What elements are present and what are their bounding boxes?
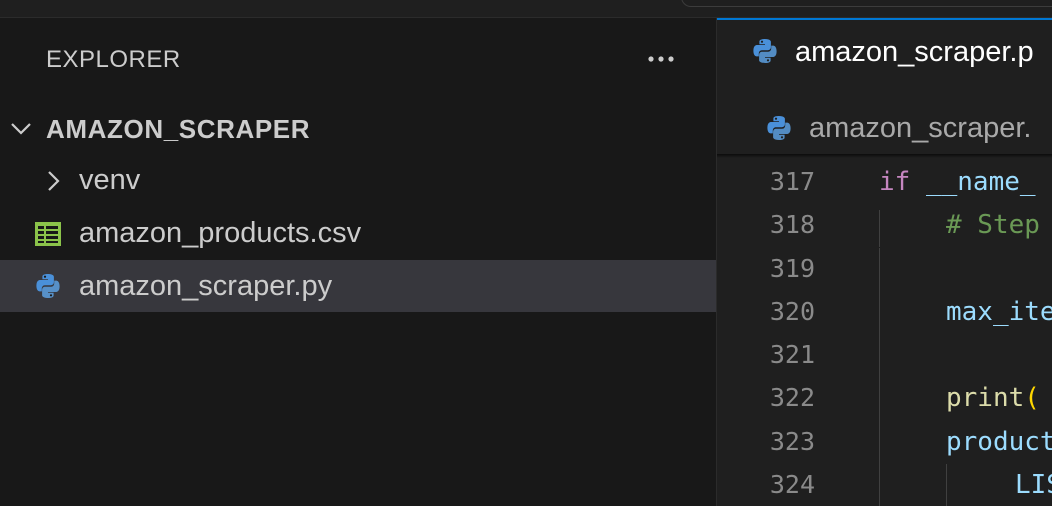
csv-file-icon <box>34 220 62 248</box>
indent-guide <box>879 420 880 465</box>
code-token: # Step <box>946 210 1040 241</box>
code-line: 321 <box>717 334 1052 378</box>
tab-label: amazon_scraper.p <box>795 36 1034 68</box>
indent-guide <box>879 334 880 378</box>
code-token: __name_ <box>925 167 1036 197</box>
tree-item-label: venv <box>79 164 141 196</box>
chevron-down-icon <box>8 116 34 142</box>
indent-guide <box>946 464 947 506</box>
line-number: 322 <box>769 383 815 413</box>
code-text: product <box>946 427 1052 457</box>
tree-item-amazon-products-csv[interactable]: amazon_products.csv <box>0 207 716 260</box>
breadcrumb-label: amazon_scraper. <box>809 112 1032 144</box>
code-line: 320 max_ite <box>717 290 1052 335</box>
title-bar <box>0 0 1052 18</box>
code-line: 317 if __name_ <box>717 161 1052 204</box>
tree-item-venv[interactable]: venv <box>0 154 716 207</box>
code-text: if __name_ <box>879 167 1036 197</box>
tree-root-folder[interactable]: AMAZON_SCRAPER <box>0 104 716 154</box>
tree-root-label: AMAZON_SCRAPER <box>46 113 311 144</box>
code-token: ( <box>1024 383 1040 414</box>
line-number: 323 <box>769 426 815 456</box>
code-line: 324 LIS <box>717 464 1052 506</box>
code-line: 319 <box>717 247 1052 291</box>
code-editor[interactable]: 317 if __name_ 318 # Step 319 320 max_ite 321 32… <box>717 161 1052 506</box>
tree-item-label: amazon_scraper.py <box>79 269 333 302</box>
python-file-icon <box>751 37 779 65</box>
tree-item-label: amazon_products.csv <box>79 217 362 249</box>
code-token: print <box>946 383 1025 414</box>
editor-tab-bar: amazon_scraper.p <box>717 18 1052 86</box>
code-line: 318 # Step <box>717 204 1052 248</box>
python-file-icon <box>765 114 793 142</box>
code-text: # Step <box>946 210 1040 240</box>
vscode-window: EXPLORER AMAZON_SCRAPER venv amazon_prod… <box>0 0 1052 506</box>
tree-item-amazon-scraper-py[interactable]: amazon_scraper.py <box>0 260 716 312</box>
chevron-right-icon <box>40 168 66 194</box>
command-center-outline <box>681 0 1052 7</box>
code-text: print( <box>946 383 1040 413</box>
code-text: max_ite <box>946 297 1052 327</box>
editor-area: amazon_scraper.p amazon_scraper. 317 if _… <box>716 18 1052 506</box>
code-line: 323 product <box>717 420 1052 465</box>
code-token: max_ite <box>946 296 1052 327</box>
line-number: 324 <box>769 470 815 500</box>
indent-guide <box>879 464 880 506</box>
line-number: 318 <box>769 210 815 240</box>
indent-guide <box>879 210 880 248</box>
code-text: LIS <box>1015 470 1052 500</box>
breadcrumb-shadow <box>717 154 1052 158</box>
line-number: 319 <box>769 253 815 283</box>
python-file-icon <box>34 272 62 300</box>
code-token: LIS <box>1015 470 1052 501</box>
line-number: 317 <box>769 167 815 196</box>
line-number: 320 <box>769 296 815 326</box>
code-line: 322 print( <box>717 377 1052 421</box>
file-tree: AMAZON_SCRAPER venv amazon_products.csv … <box>0 104 716 312</box>
indent-guide <box>879 377 880 421</box>
code-token: product <box>946 426 1052 457</box>
explorer-title: EXPLORER <box>46 46 181 73</box>
indent-guide <box>879 290 880 335</box>
explorer-sidebar: EXPLORER AMAZON_SCRAPER venv amazon_prod… <box>0 18 716 506</box>
more-actions-icon[interactable] <box>644 44 678 74</box>
line-number: 321 <box>769 340 815 370</box>
explorer-header: EXPLORER <box>0 18 716 104</box>
breadcrumb[interactable]: amazon_scraper. <box>717 108 1052 150</box>
code-token: if <box>879 167 911 197</box>
indent-guide <box>879 247 880 291</box>
tab-amazon-scraper-py[interactable]: amazon_scraper.p <box>717 18 1052 86</box>
